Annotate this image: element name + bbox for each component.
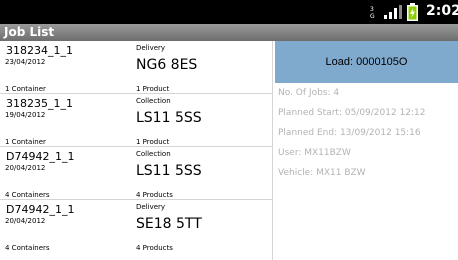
job-id: D74942_1_1 xyxy=(6,203,75,216)
job-date: 20/04/2012 xyxy=(5,164,46,172)
status-bar: 3 G 2:02 xyxy=(0,0,458,24)
job-id: 318234_1_1 xyxy=(6,44,73,57)
job-list-item[interactable]: D74942_1_1 20/04/2012 4 Containers Colle… xyxy=(0,147,272,200)
job-id: 318235_1_1 xyxy=(6,97,73,110)
page-title: Job List xyxy=(4,25,55,39)
job-list-item[interactable]: D74942_1_1 20/04/2012 4 Containers Deliv… xyxy=(0,200,272,253)
job-type: Collection xyxy=(136,97,171,105)
job-products: 4 Products xyxy=(136,191,173,199)
job-date: 19/04/2012 xyxy=(5,111,46,119)
job-type: Collection xyxy=(136,150,171,158)
job-date: 20/04/2012 xyxy=(5,217,46,225)
vehicle: Vehicle: MX11 BZW xyxy=(278,168,366,178)
job-postcode: SE18 5TT xyxy=(136,216,202,232)
load-button[interactable]: Load: 0000105O xyxy=(275,41,458,83)
3g-icon: 3 G xyxy=(370,5,378,19)
clock: 2:02 xyxy=(426,3,458,19)
job-type: Delivery xyxy=(136,44,166,52)
user: User: MX11BZW xyxy=(278,148,351,158)
job-products: 4 Products xyxy=(136,244,173,252)
job-type: Delivery xyxy=(136,203,166,211)
job-postcode: LS11 5SS xyxy=(136,110,202,126)
svg-text:G: G xyxy=(370,13,375,19)
job-date: 23/04/2012 xyxy=(5,58,46,66)
signal-icon xyxy=(384,5,402,19)
load-button-label: Load: 0000105O xyxy=(325,56,408,68)
no-of-jobs: No. Of Jobs: 4 xyxy=(278,88,340,98)
svg-text:3: 3 xyxy=(370,6,374,13)
battery-icon xyxy=(407,3,418,21)
job-list-item[interactable]: 318235_1_1 19/04/2012 1 Container Collec… xyxy=(0,94,272,147)
vertical-divider xyxy=(272,41,273,260)
job-products: 1 Product xyxy=(136,85,170,93)
job-list-item[interactable]: 318234_1_1 23/04/2012 1 Container Delive… xyxy=(0,41,272,94)
job-containers: 1 Container xyxy=(5,85,46,93)
job-id: D74942_1_1 xyxy=(6,150,75,163)
job-containers: 4 Containers xyxy=(5,191,50,199)
planned-start: Planned Start: 05/09/2012 12:12 xyxy=(278,108,426,118)
job-products: 1 Product xyxy=(136,138,170,146)
title-bar: Job List xyxy=(0,24,458,41)
job-postcode: NG6 8ES xyxy=(136,57,198,73)
job-containers: 4 Containers xyxy=(5,244,50,252)
job-containers: 1 Container xyxy=(5,138,46,146)
job-postcode: LS11 5SS xyxy=(136,163,202,179)
planned-end: Planned End: 13/09/2012 15:16 xyxy=(278,128,421,138)
job-list[interactable]: 318234_1_1 23/04/2012 1 Container Delive… xyxy=(0,41,272,260)
